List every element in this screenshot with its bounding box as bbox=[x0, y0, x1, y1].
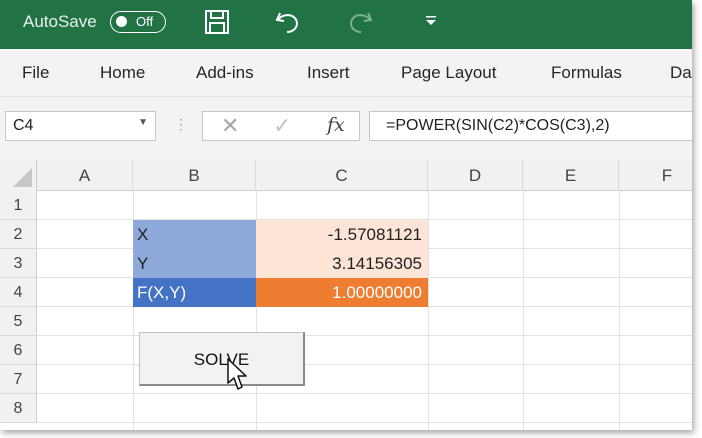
drag-handle-icon[interactable]: ⋮ bbox=[174, 116, 189, 133]
cell-c4[interactable]: 1.00000000 bbox=[256, 278, 428, 307]
autosave-label: AutoSave bbox=[23, 12, 97, 31]
row-header-6[interactable]: 6 bbox=[0, 336, 37, 365]
autosave-toggle[interactable]: Off bbox=[110, 11, 166, 33]
gridline bbox=[428, 191, 429, 430]
formula-input[interactable]: =POWER(SIN(C2)*COS(C3),2) bbox=[369, 111, 692, 141]
cell-b4[interactable]: F(X,Y) bbox=[133, 278, 256, 307]
column-header-b[interactable]: B bbox=[133, 160, 256, 191]
name-box-value: C4 bbox=[13, 117, 34, 134]
formula-text: =POWER(SIN(C2)*COS(C3),2) bbox=[386, 117, 610, 134]
undo-icon[interactable] bbox=[274, 9, 302, 40]
column-header-f[interactable]: F bbox=[619, 160, 692, 191]
gridline bbox=[37, 364, 692, 365]
insert-function-icon[interactable]: fx bbox=[327, 114, 345, 136]
column-header-d[interactable]: D bbox=[428, 160, 523, 191]
cell-b2[interactable]: X bbox=[133, 220, 256, 249]
tab-data[interactable]: Da bbox=[670, 63, 692, 83]
tab-page-layout[interactable]: Page Layout bbox=[401, 63, 496, 83]
cell-b3[interactable]: Y bbox=[133, 249, 256, 278]
ribbon-tabs: File Home Add-ins Insert Page Layout For… bbox=[0, 49, 692, 97]
worksheet-grid[interactable]: A B C D E F 1 2 3 4 5 6 7 8 X -1.5708112… bbox=[0, 160, 692, 430]
column-header-e[interactable]: E bbox=[523, 160, 619, 191]
cell-c2[interactable]: -1.57081121 bbox=[256, 220, 428, 249]
row-header-7[interactable]: 7 bbox=[0, 365, 37, 394]
tab-add-ins[interactable]: Add-ins bbox=[196, 63, 254, 83]
select-all-icon bbox=[13, 168, 32, 187]
tab-file[interactable]: File bbox=[22, 63, 49, 83]
gridline bbox=[37, 422, 692, 423]
mouse-pointer-icon bbox=[226, 358, 248, 397]
customize-toolbar-icon[interactable] bbox=[424, 14, 438, 33]
chevron-down-icon[interactable]: ▼ bbox=[138, 117, 148, 128]
column-header-a[interactable]: A bbox=[37, 160, 133, 191]
cancel-icon[interactable]: ✕ bbox=[221, 113, 239, 139]
row-header-2[interactable]: 2 bbox=[0, 220, 37, 249]
row-header-4[interactable]: 4 bbox=[0, 278, 37, 307]
gridline bbox=[37, 335, 692, 336]
row-header-1[interactable]: 1 bbox=[0, 191, 37, 220]
column-header-c[interactable]: C bbox=[256, 160, 428, 191]
row-header-3[interactable]: 3 bbox=[0, 249, 37, 278]
solve-button[interactable]: SOLVE bbox=[139, 332, 305, 386]
formula-bar-row: C4 ▼ ⋮ ✕ ✓ fx =POWER(SIN(C2)*COS(C3),2) bbox=[0, 97, 692, 160]
tab-home[interactable]: Home bbox=[100, 63, 145, 83]
row-header-8[interactable]: 8 bbox=[0, 394, 37, 423]
row-header-5[interactable]: 5 bbox=[0, 307, 37, 336]
tab-formulas[interactable]: Formulas bbox=[551, 63, 622, 83]
tab-insert[interactable]: Insert bbox=[307, 63, 350, 83]
title-bar: AutoSave Off bbox=[0, 0, 692, 49]
toggle-state: Off bbox=[136, 14, 154, 29]
formula-tools: ✕ ✓ fx bbox=[202, 111, 360, 141]
excel-window: AutoSave Off File Home Add-ins Insert Pa… bbox=[0, 0, 692, 430]
gridline bbox=[37, 393, 692, 394]
cell-c3[interactable]: 3.14156305 bbox=[256, 249, 428, 278]
gridline bbox=[619, 191, 620, 430]
redo-icon bbox=[346, 9, 374, 40]
select-all-corner[interactable] bbox=[0, 160, 37, 191]
enter-icon[interactable]: ✓ bbox=[273, 113, 291, 139]
name-box[interactable]: C4 ▼ bbox=[5, 111, 156, 141]
toggle-knob bbox=[116, 16, 127, 27]
save-icon[interactable] bbox=[204, 9, 230, 40]
gridline bbox=[523, 191, 524, 430]
